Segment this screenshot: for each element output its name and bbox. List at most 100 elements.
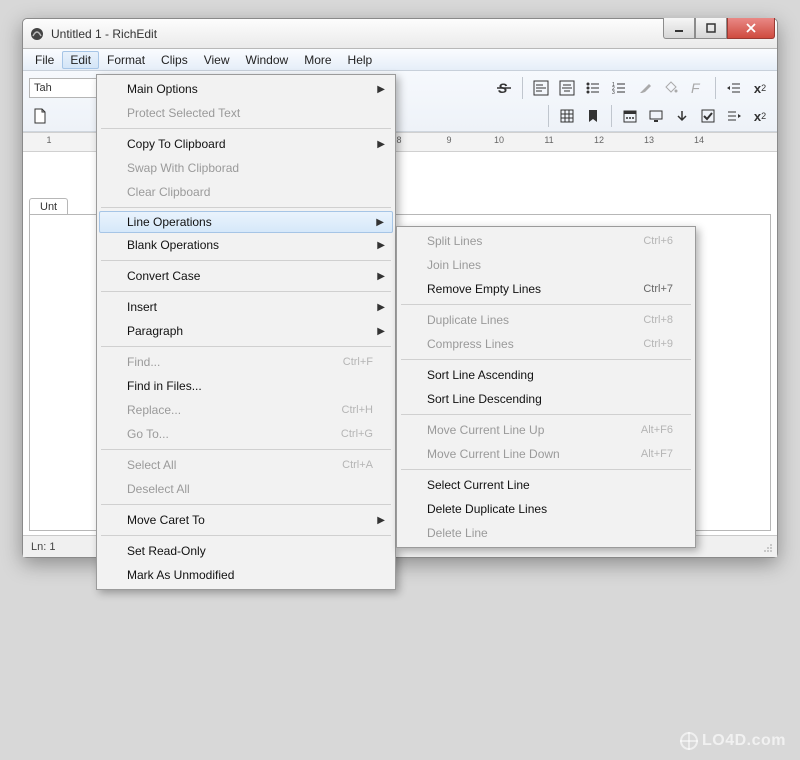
menu-item-label: Sort Line Ascending <box>427 368 534 382</box>
status-line: Ln: 1 <box>31 541 55 553</box>
bullets-icon[interactable] <box>582 77 604 99</box>
menu-separator <box>101 535 391 536</box>
edit-menu-item: Clear Clipboard <box>99 180 393 204</box>
menu-edit[interactable]: Edit <box>62 51 99 69</box>
bookmark-icon[interactable] <box>582 105 604 127</box>
menu-separator <box>101 260 391 261</box>
date-icon[interactable] <box>619 105 641 127</box>
menu-shortcut: Ctrl+H <box>342 404 373 416</box>
menu-item-label: Move Current Line Up <box>427 423 544 437</box>
menu-separator <box>401 414 691 415</box>
menu-item-label: Compress Lines <box>427 337 514 351</box>
menu-item-label: Sort Line Descending <box>427 392 542 406</box>
menu-item-label: Replace... <box>127 403 181 417</box>
lineops-item[interactable]: Select Current Line <box>399 473 693 497</box>
edit-menu-item[interactable]: Main Options ▶ <box>99 77 393 101</box>
subscript-icon[interactable]: x2 <box>749 77 771 99</box>
menu-item-label: Go To... <box>127 427 169 441</box>
menu-item-label: Protect Selected Text <box>127 106 240 120</box>
menu-item-label: Deselect All <box>127 482 190 496</box>
table-icon[interactable] <box>556 105 578 127</box>
menu-shortcut: Ctrl+G <box>341 428 373 440</box>
edit-menu-item: Replace... Ctrl+H <box>99 398 393 422</box>
globe-icon <box>680 732 698 750</box>
document-tab[interactable]: Unt <box>29 198 68 215</box>
menu-item-label: Join Lines <box>427 258 481 272</box>
submenu-arrow-icon: ▶ <box>377 515 385 526</box>
ruler-tick: 10 <box>493 135 505 145</box>
app-icon <box>29 26 45 42</box>
menu-clips[interactable]: Clips <box>153 51 196 69</box>
increase-indent-icon[interactable] <box>723 105 745 127</box>
lineops-item[interactable]: Sort Line Descending <box>399 387 693 411</box>
menu-item-label: Remove Empty Lines <box>427 282 541 296</box>
ruler-tick: 12 <box>593 135 605 145</box>
edit-menu-item: Swap With Clipborad <box>99 156 393 180</box>
watermark: LO4D.com <box>680 732 786 750</box>
window-controls <box>663 18 775 39</box>
check-icon[interactable] <box>697 105 719 127</box>
submenu-arrow-icon: ▶ <box>377 240 385 251</box>
menu-separator <box>101 128 391 129</box>
edit-menu-item[interactable]: Paragraph▶ <box>99 319 393 343</box>
maximize-button[interactable] <box>695 18 727 39</box>
menu-file[interactable]: File <box>27 51 62 69</box>
edit-menu-item[interactable]: Convert Case▶ <box>99 264 393 288</box>
edit-menu-item[interactable]: Mark As Unmodified <box>99 563 393 587</box>
menu-item-label: Select Current Line <box>427 478 530 492</box>
menu-more[interactable]: More <box>296 51 339 69</box>
menu-separator <box>101 291 391 292</box>
lineops-item: Duplicate LinesCtrl+8 <box>399 308 693 332</box>
menu-help[interactable]: Help <box>340 51 381 69</box>
lineops-item[interactable]: Remove Empty LinesCtrl+7 <box>399 277 693 301</box>
arrow-down-icon[interactable] <box>671 105 693 127</box>
number-list-icon[interactable]: 123 <box>608 77 630 99</box>
superscript-icon[interactable]: x2 <box>749 105 771 127</box>
menu-shortcut: Ctrl+8 <box>643 314 673 326</box>
decrease-indent-icon[interactable] <box>723 77 745 99</box>
submenu-arrow-icon: ▶ <box>377 271 385 282</box>
edit-menu-item: Deselect All <box>99 477 393 501</box>
edit-menu-item[interactable]: Move Caret To▶ <box>99 508 393 532</box>
edit-menu-item[interactable]: Set Read-Only <box>99 539 393 563</box>
menu-format[interactable]: Format <box>99 51 153 69</box>
edit-menu-item[interactable]: Blank Operations▶ <box>99 233 393 257</box>
brush-icon[interactable] <box>634 77 656 99</box>
menu-item-label: Mark As Unmodified <box>127 568 234 582</box>
lineops-item[interactable]: Sort Line Ascending <box>399 363 693 387</box>
minimize-button[interactable] <box>663 18 695 39</box>
menu-shortcut: Ctrl+9 <box>643 338 673 350</box>
menu-separator <box>101 449 391 450</box>
new-file-icon[interactable] <box>29 105 51 127</box>
font-style-icon[interactable]: F <box>686 77 708 99</box>
fill-icon[interactable] <box>660 77 682 99</box>
window-title: Untitled 1 - RichEdit <box>51 27 157 41</box>
svg-text:F: F <box>691 80 701 96</box>
submenu-arrow-icon: ▶ <box>377 326 385 337</box>
edit-menu-item[interactable]: Copy To Clipboard▶ <box>99 132 393 156</box>
align-center-icon[interactable] <box>556 77 578 99</box>
menu-item-label: Main Options <box>127 82 198 96</box>
ruler-tick: 11 <box>543 135 555 145</box>
menu-item-label: Delete Line <box>427 526 488 540</box>
ruler-tick: 13 <box>643 135 655 145</box>
menu-item-label: Move Current Line Down <box>427 447 560 461</box>
menu-view[interactable]: View <box>196 51 238 69</box>
resize-grip-icon[interactable] <box>761 541 773 553</box>
strike-icon[interactable]: S <box>493 77 515 99</box>
edit-menu-item[interactable]: Line Operations▶ <box>99 211 393 233</box>
menu-window[interactable]: Window <box>238 51 297 69</box>
submenu-arrow-icon: ▶ <box>377 302 385 313</box>
font-name-box[interactable] <box>29 78 99 98</box>
menu-separator <box>401 469 691 470</box>
edit-menu-item[interactable]: Insert▶ <box>99 295 393 319</box>
monitor-icon[interactable] <box>645 105 667 127</box>
edit-menu-item: Protect Selected Text <box>99 101 393 125</box>
close-button[interactable] <box>727 18 775 39</box>
edit-menu-item[interactable]: Find in Files... <box>99 374 393 398</box>
align-left-icon[interactable] <box>530 77 552 99</box>
menu-item-label: Select All <box>127 458 176 472</box>
lineops-item[interactable]: Delete Duplicate Lines <box>399 497 693 521</box>
submenu-arrow-icon: ▶ <box>377 84 385 95</box>
menu-item-label: Find... <box>127 355 160 369</box>
